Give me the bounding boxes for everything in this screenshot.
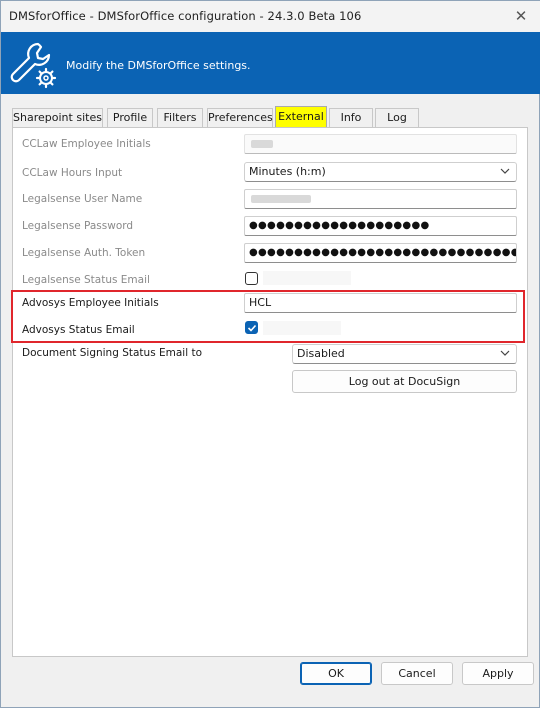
tab-filters[interactable]: Filters	[157, 108, 203, 127]
tab-external[interactable]: External	[275, 106, 327, 128]
title-bar: DMSforOffice - DMSforOffice configuratio…	[1, 1, 540, 32]
ok-button[interactable]: OK	[300, 662, 372, 685]
chevron-down-icon	[500, 168, 510, 174]
doc-signing-status-label: Document Signing Status Email to	[22, 347, 203, 359]
tab-sharepoint-sites[interactable]: Sharepoint sites	[12, 108, 103, 127]
legalsense-user-field[interactable]	[244, 189, 517, 209]
tab-preferences[interactable]: Preferences	[207, 108, 273, 127]
legalsense-status-email-checkbox[interactable]	[245, 272, 258, 285]
legalsense-user-label: Legalsense User Name	[22, 193, 143, 205]
cclaw-hours-value: Minutes (h:m)	[249, 165, 326, 178]
doc-signing-status-value: Disabled	[297, 347, 345, 360]
banner-text: Modify the DMSforOffice settings.	[66, 59, 251, 72]
doc-signing-status-select[interactable]: Disabled	[292, 344, 517, 364]
window-title: DMSforOffice - DMSforOffice configuratio…	[9, 9, 362, 23]
close-icon[interactable]: ✕	[512, 7, 530, 25]
legalsense-password-field[interactable]: ●●●●●●●●●●●●●●●●●●●●	[244, 216, 517, 236]
legalsense-token-field[interactable]: ●●●●●●●●●●●●●●●●●●●●●●●●●●●●●●●●●●●●●●	[244, 243, 517, 263]
tab-profile[interactable]: Profile	[107, 108, 153, 127]
redacted-value	[263, 271, 351, 285]
advosys-highlight-frame	[11, 290, 525, 343]
cclaw-initials-field[interactable]	[244, 134, 517, 154]
tab-log[interactable]: Log	[375, 108, 419, 127]
legalsense-token-label: Legalsense Auth. Token	[22, 247, 146, 259]
configuration-window: DMSforOffice - DMSforOffice configuratio…	[0, 0, 540, 708]
legalsense-password-label: Legalsense Password	[22, 220, 134, 232]
cancel-button[interactable]: Cancel	[381, 662, 453, 685]
legalsense-status-email-label: Legalsense Status Email	[22, 274, 150, 286]
redacted-value	[251, 195, 311, 203]
wrench-gear-icon	[10, 42, 57, 89]
cclaw-initials-label: CCLaw Employee Initials	[22, 138, 151, 150]
tab-info[interactable]: Info	[329, 108, 373, 127]
cclaw-hours-label: CCLaw Hours Input	[22, 167, 123, 179]
docusign-logout-button[interactable]: Log out at DocuSign	[292, 370, 517, 393]
cclaw-hours-select[interactable]: Minutes (h:m)	[244, 162, 517, 182]
chevron-down-icon	[500, 350, 510, 356]
header-banner: Modify the DMSforOffice settings.	[1, 32, 540, 94]
redacted-value	[251, 140, 273, 148]
apply-button[interactable]: Apply	[462, 662, 534, 685]
